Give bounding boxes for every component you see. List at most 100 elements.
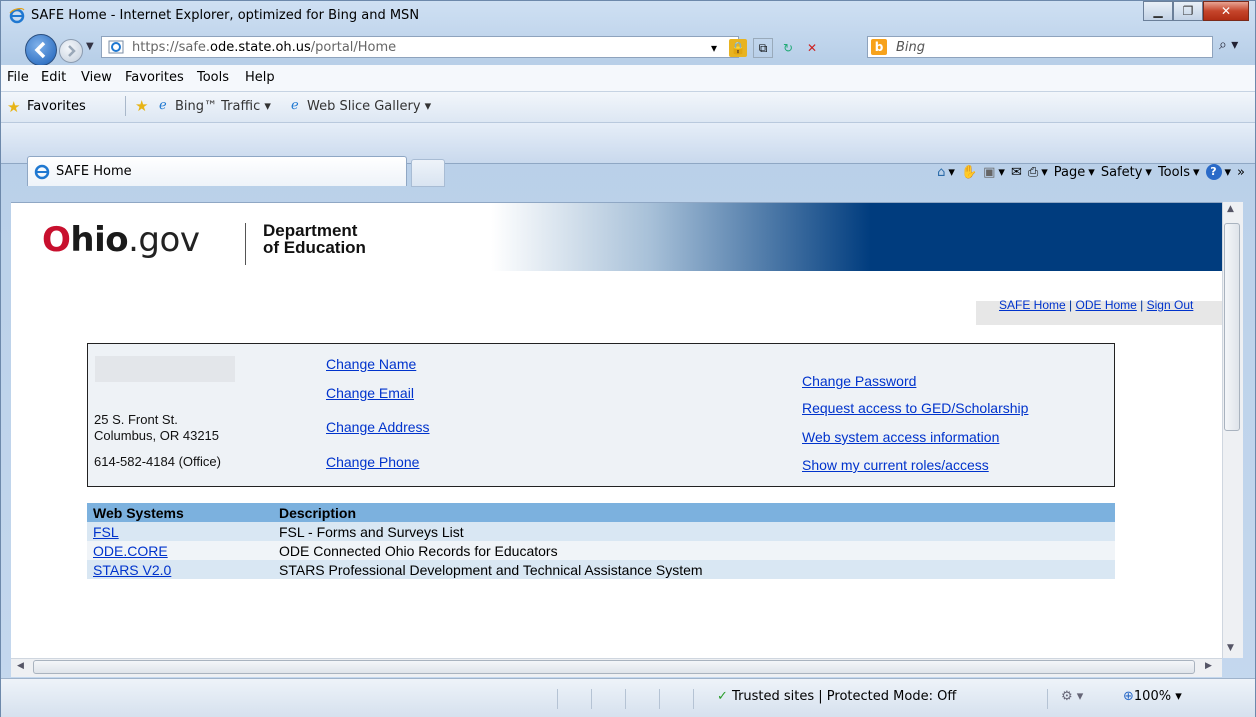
favorites-button[interactable]: Favorites bbox=[27, 99, 86, 114]
favorites-bar: ★ Favorites ★ ℯ Bing™ Traffic ▾ ℯ Web Sl… bbox=[1, 92, 1255, 123]
command-bar: ⌂ ▾ ✋ ▣ ▾ ✉ ⎙ ▾ Page ▾ Safety ▾ Tools ▾ … bbox=[937, 164, 1245, 180]
web-systems-table: Web Systems Description FSL FSL - Forms … bbox=[87, 503, 1115, 579]
system-cell: FSL bbox=[87, 522, 279, 541]
fav-bing-traffic[interactable]: Bing™ Traffic ▾ bbox=[175, 99, 271, 114]
help-button[interactable]: ? ▾ bbox=[1205, 164, 1231, 180]
forward-button[interactable] bbox=[59, 39, 83, 63]
safe-home-link[interactable]: SAFE Home bbox=[999, 298, 1066, 312]
logo-gov: .gov bbox=[128, 220, 200, 260]
profile-box: 25 S. Front St. Columbus, OR 43215 614-5… bbox=[87, 343, 1115, 487]
title-bar: SAFE Home - Internet Explorer, optimized… bbox=[1, 1, 1255, 31]
search-box[interactable]: b Bing bbox=[867, 36, 1213, 58]
status-divider bbox=[659, 689, 660, 709]
maximize-button[interactable]: ❐ bbox=[1173, 1, 1203, 21]
status-divider bbox=[591, 689, 592, 709]
menu-help[interactable]: Help bbox=[245, 70, 275, 85]
logo-hio: hio bbox=[70, 220, 129, 260]
lock-icon[interactable]: 🔒 bbox=[729, 39, 747, 57]
home-icon: ⌂ bbox=[937, 164, 946, 180]
change-password-link[interactable]: Change Password bbox=[802, 373, 916, 389]
back-button[interactable] bbox=[25, 34, 57, 66]
fav-web-slice-gallery[interactable]: Web Slice Gallery ▾ bbox=[307, 99, 431, 114]
status-bar: ✓ Trusted sites | Protected Mode: Off ⚙ … bbox=[1, 678, 1255, 717]
show-roles-link[interactable]: Show my current roles/access bbox=[802, 457, 989, 473]
security-zone[interactable]: ✓ Trusted sites | Protected Mode: Off bbox=[717, 689, 956, 704]
bing-icon: b bbox=[871, 39, 887, 55]
url-prefix: https://safe. bbox=[132, 40, 211, 55]
feeds-button[interactable]: ▣ ▾ bbox=[983, 165, 1005, 180]
caption-buttons: ▁ ❐ ✕ bbox=[1143, 1, 1249, 23]
table-row: FSL FSL - Forms and Surveys List bbox=[87, 522, 1115, 541]
ie-page-icon: ℯ bbox=[159, 98, 167, 113]
sign-out-link[interactable]: Sign Out bbox=[1147, 298, 1194, 312]
compatibility-view-icon[interactable]: ⧉ bbox=[753, 38, 773, 58]
menu-file[interactable]: File bbox=[7, 70, 29, 85]
table-row: ODE.CORE ODE Connected Ohio Records for … bbox=[87, 541, 1115, 560]
change-name-link[interactable]: Change Name bbox=[326, 356, 416, 372]
status-divider bbox=[557, 689, 558, 709]
change-email-link[interactable]: Change Email bbox=[326, 385, 414, 401]
hand-icon[interactable]: ✋ bbox=[961, 165, 977, 180]
menu-favorites[interactable]: Favorites bbox=[125, 70, 184, 85]
horizontal-scroll-thumb[interactable] bbox=[33, 660, 1195, 674]
page-menu[interactable]: Page ▾ bbox=[1054, 165, 1095, 180]
scroll-down-icon[interactable]: ▼ bbox=[1227, 643, 1234, 653]
address-bar[interactable]: https://safe.ode.state.oh.us/portal/Home bbox=[101, 36, 739, 58]
ode-home-link[interactable]: ODE Home bbox=[1075, 298, 1136, 312]
menu-edit[interactable]: Edit bbox=[41, 70, 66, 85]
print-icon: ⎙ bbox=[1027, 164, 1039, 180]
minimize-button[interactable]: ▁ bbox=[1143, 1, 1173, 21]
favorites-star-icon: ★ bbox=[7, 98, 21, 116]
zoom-level: 100% bbox=[1133, 689, 1172, 704]
scroll-right-icon[interactable]: ▶ bbox=[1205, 661, 1212, 671]
menu-tools[interactable]: Tools bbox=[197, 70, 229, 85]
forward-arrow-icon bbox=[68, 45, 76, 57]
system-link-ode-core[interactable]: ODE.CORE bbox=[93, 543, 168, 559]
ie-logo-icon bbox=[9, 8, 25, 24]
page-menu-label: Page bbox=[1053, 164, 1086, 180]
scroll-left-icon[interactable]: ◀ bbox=[17, 661, 24, 671]
vertical-scroll-thumb[interactable] bbox=[1224, 223, 1240, 431]
tools-menu-label: Tools bbox=[1157, 164, 1190, 180]
recent-pages-dropdown[interactable]: ▼ bbox=[86, 41, 94, 52]
chevron-right-icon[interactable]: » bbox=[1237, 165, 1245, 180]
ohio-gov-logo[interactable]: Ohio.gov bbox=[42, 220, 200, 260]
safety-menu[interactable]: Safety ▾ bbox=[1101, 165, 1152, 180]
rss-icon: ▣ bbox=[983, 164, 996, 180]
window-title: SAFE Home - Internet Explorer, optimized… bbox=[31, 8, 420, 23]
tools-menu[interactable]: Tools ▾ bbox=[1158, 165, 1200, 180]
stop-icon[interactable]: ✕ bbox=[803, 39, 821, 57]
zoom-control[interactable]: ⊕100% ▾ bbox=[1123, 689, 1182, 704]
change-address-link[interactable]: Change Address bbox=[326, 419, 430, 435]
zoom-icon: ⊕ bbox=[1123, 689, 1134, 704]
menu-view[interactable]: View bbox=[81, 70, 112, 85]
security-zone-label: Trusted sites | Protected Mode: Off bbox=[732, 689, 957, 704]
request-ged-access-link[interactable]: Request access to GED/Scholarship bbox=[802, 400, 1028, 416]
web-access-info-link[interactable]: Web system access information bbox=[802, 429, 999, 445]
system-cell: ODE.CORE bbox=[87, 541, 279, 560]
system-link-fsl[interactable]: FSL bbox=[93, 524, 119, 540]
header-description: Description bbox=[279, 503, 1115, 522]
system-link-stars[interactable]: STARS V2.0 bbox=[93, 562, 171, 578]
print-button[interactable]: ⎙ ▾ bbox=[1028, 165, 1048, 180]
change-phone-link[interactable]: Change Phone bbox=[326, 454, 419, 470]
home-button[interactable]: ⌂ ▾ bbox=[937, 165, 955, 180]
popup-blocker-icon[interactable]: ⚙ ▾ bbox=[1061, 689, 1083, 704]
logo-o: O bbox=[42, 220, 71, 260]
ie-tab-icon bbox=[34, 164, 50, 180]
safety-menu-label: Safety bbox=[1100, 164, 1143, 180]
url-text[interactable]: https://safe.ode.state.oh.us/portal/Home bbox=[132, 40, 396, 55]
search-icon[interactable]: ⌕ ▾ bbox=[1219, 37, 1238, 53]
add-to-favorites-icon[interactable]: ★ bbox=[135, 97, 148, 115]
url-domain: ode.state.oh.us bbox=[210, 40, 311, 55]
refresh-icon[interactable]: ↻ bbox=[779, 39, 797, 57]
mail-icon[interactable]: ✉ bbox=[1011, 165, 1022, 180]
dept-line-2: of Education bbox=[263, 238, 366, 257]
tab-safe-home[interactable]: SAFE Home bbox=[27, 156, 407, 186]
address-dropdown-icon[interactable]: ▾ bbox=[705, 39, 723, 57]
scroll-up-icon[interactable]: ▲ bbox=[1227, 204, 1234, 214]
close-button[interactable]: ✕ bbox=[1203, 1, 1249, 21]
status-divider bbox=[693, 689, 694, 709]
link-separator: | bbox=[1065, 298, 1076, 312]
new-tab-button[interactable] bbox=[411, 159, 445, 187]
